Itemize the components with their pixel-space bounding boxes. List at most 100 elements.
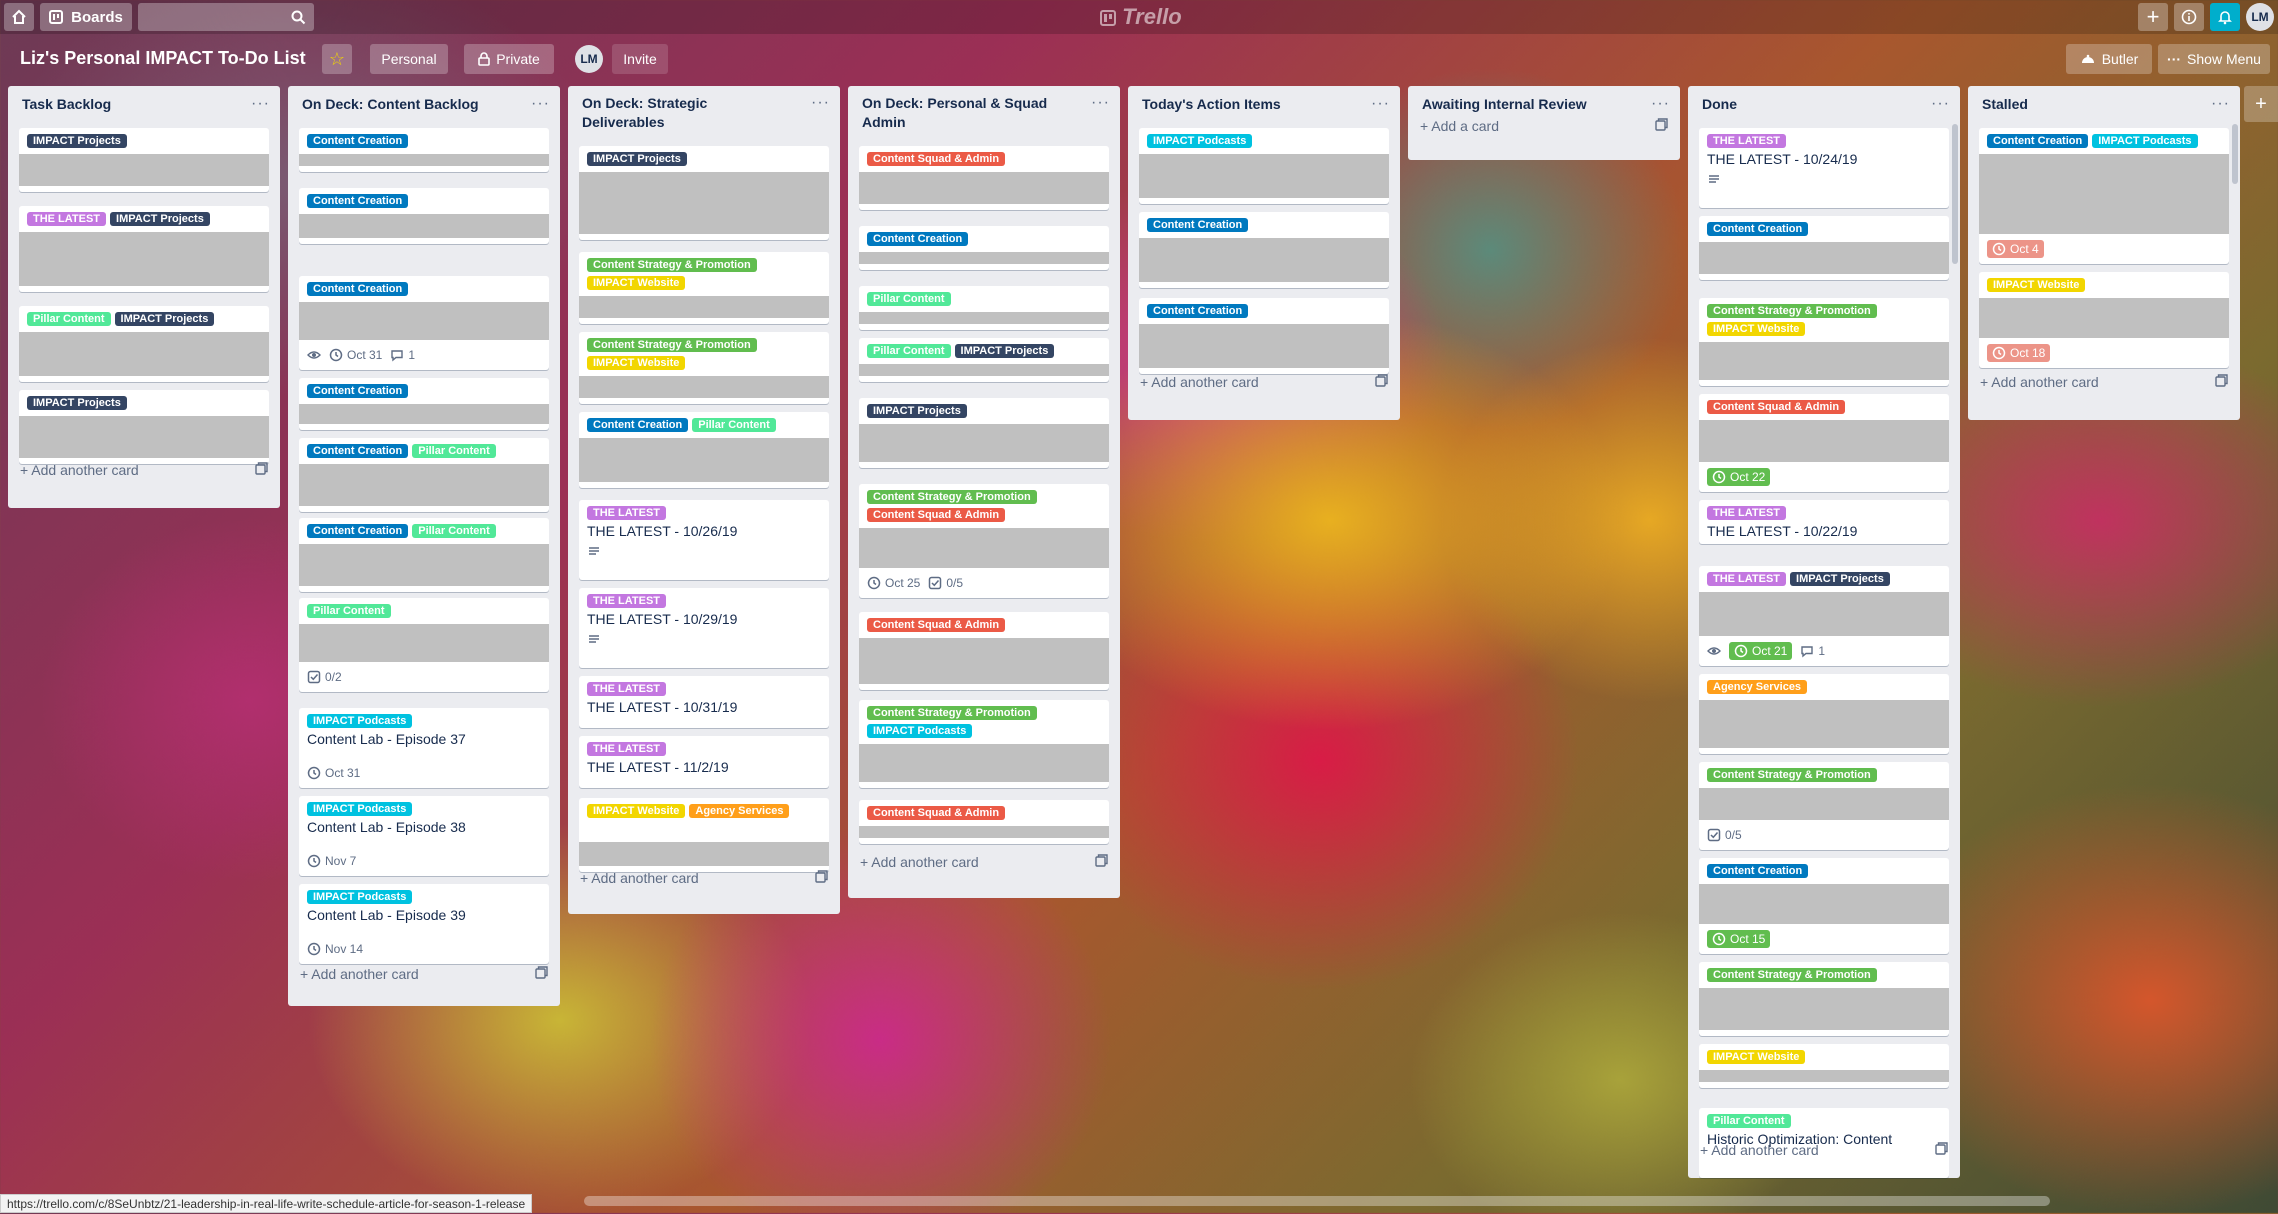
card[interactable]: IMPACT Projects [19, 390, 269, 464]
add-card-button[interactable]: + Add another card [860, 847, 1108, 877]
butler-button[interactable]: Butler [2066, 44, 2152, 74]
list-menu-icon[interactable]: ··· [251, 95, 270, 113]
card[interactable]: Pillar Content IMPACT Projects [19, 306, 269, 382]
card[interactable]: THE LATEST THE LATEST - 10/29/19 [579, 588, 829, 668]
card-label[interactable]: Pillar Content [867, 292, 951, 306]
card-label[interactable]: IMPACT Website [587, 356, 686, 370]
card-label[interactable]: IMPACT Projects [110, 212, 210, 226]
list-title[interactable]: Task Backlog [22, 96, 111, 112]
card[interactable]: THE LATEST IMPACT Projects Oct 21 1 [1699, 566, 1949, 666]
due-date-badge[interactable]: Oct 18 [1987, 344, 2051, 362]
card-label[interactable]: Content Creation [1707, 864, 1809, 878]
list-menu-icon[interactable]: ··· [531, 95, 550, 113]
info-button[interactable] [2174, 3, 2204, 31]
card[interactable]: IMPACT Podcasts [1139, 128, 1389, 204]
card-label[interactable]: IMPACT Projects [587, 152, 687, 166]
card-label[interactable]: IMPACT Podcasts [307, 890, 413, 904]
card[interactable]: Content Strategy & Promotion Content Squa… [859, 484, 1109, 598]
card-label[interactable]: THE LATEST [1707, 572, 1787, 586]
card-label[interactable]: Content Strategy & Promotion [867, 490, 1037, 504]
card-label[interactable]: Pillar Content [412, 524, 496, 538]
card[interactable]: THE LATEST THE LATEST - 10/31/19 [579, 676, 829, 728]
list-scrollbar[interactable] [1952, 124, 1958, 264]
card-label[interactable]: THE LATEST [587, 682, 667, 696]
card-label[interactable]: Pillar Content [27, 312, 111, 326]
card-label[interactable]: IMPACT Podcasts [867, 724, 973, 738]
list-title[interactable]: On Deck: Personal & Squad Admin [862, 94, 1062, 132]
card[interactable]: Content Creation Oct 31 1 [299, 276, 549, 370]
card-label[interactable]: Content Creation [1147, 304, 1249, 318]
card-label[interactable]: Agency Services [1707, 680, 1808, 694]
board-member-avatar[interactable]: LM [575, 45, 603, 73]
card-label[interactable]: Content Creation [1987, 134, 2089, 148]
card-label[interactable]: Content Squad & Admin [867, 152, 1006, 166]
card-label[interactable]: IMPACT Podcasts [2092, 134, 2198, 148]
card-template-icon[interactable] [2215, 374, 2228, 390]
card-label[interactable]: THE LATEST [27, 212, 107, 226]
card[interactable]: IMPACT Website Oct 18 [1979, 272, 2229, 368]
list-title[interactable]: Awaiting Internal Review [1422, 96, 1587, 112]
card[interactable]: Content Creation Pillar Content [579, 412, 829, 488]
add-card-button[interactable]: + Add another card [300, 959, 548, 989]
card[interactable]: IMPACT Podcasts Content Lab - Episode 37 O… [299, 708, 549, 788]
card[interactable]: Content Strategy & Promotion IMPACT Websi… [579, 252, 829, 324]
card[interactable]: Content Strategy & Promotion [1699, 962, 1949, 1036]
card[interactable]: Content Creation [1139, 298, 1389, 374]
add-card-button[interactable]: + Add a card [1420, 111, 1668, 141]
board-title[interactable]: Liz's Personal IMPACT To-Do List [20, 48, 306, 69]
card-label[interactable]: Content Squad & Admin [867, 618, 1006, 632]
add-card-button[interactable]: + Add another card [1140, 367, 1388, 397]
card[interactable]: THE LATEST THE LATEST - 10/26/19 [579, 500, 829, 580]
card-label[interactable]: Content Creation [307, 524, 409, 538]
card-label[interactable]: THE LATEST [1707, 134, 1787, 148]
card-label[interactable]: Content Creation [307, 194, 409, 208]
card-label[interactable]: Pillar Content [1707, 1114, 1791, 1128]
card[interactable]: THE LATEST THE LATEST - 10/24/19 [1699, 128, 1949, 208]
card-label[interactable]: THE LATEST [587, 742, 667, 756]
card[interactable]: Content Creation [299, 188, 549, 244]
card[interactable]: Content Strategy & Promotion IMPACT Websi… [1699, 298, 1949, 386]
card-template-icon[interactable] [535, 966, 548, 982]
add-list-button[interactable]: + [2244, 86, 2278, 122]
due-date-badge[interactable]: Oct 21 [1729, 642, 1793, 660]
card-label[interactable]: Content Creation [1147, 218, 1249, 232]
card[interactable]: Content Squad & Admin Oct 22 [1699, 394, 1949, 492]
card[interactable]: THE LATEST THE LATEST - 10/22/19 [1699, 500, 1949, 544]
card-label[interactable]: IMPACT Website [1987, 278, 2086, 292]
card[interactable]: IMPACT Podcasts Content Lab - Episode 39 N… [299, 884, 549, 964]
list-title[interactable]: Stalled [1982, 96, 2028, 112]
card-template-icon[interactable] [1375, 374, 1388, 390]
list-menu-icon[interactable]: ··· [1931, 95, 1950, 113]
card[interactable]: Pillar Content 0/2 [299, 598, 549, 692]
due-date-badge[interactable]: Oct 4 [1987, 240, 2044, 258]
add-card-button[interactable]: + Add another card [20, 455, 268, 485]
card-label[interactable]: Content Creation [587, 418, 689, 432]
create-button[interactable]: + [2138, 3, 2168, 31]
card-label[interactable]: IMPACT Website [1707, 1050, 1806, 1064]
card[interactable]: Content Strategy & Promotion 0/5 [1699, 762, 1949, 850]
list[interactable]: Awaiting Internal Review ··· + Add a card [1408, 86, 1680, 160]
card-label[interactable]: Content Squad & Admin [1707, 400, 1846, 414]
card-label[interactable]: IMPACT Website [587, 804, 686, 818]
card-label[interactable]: THE LATEST [587, 506, 667, 520]
due-date-badge[interactable]: Oct 31 [307, 764, 360, 782]
card[interactable]: IMPACT Website [1699, 1044, 1949, 1088]
card-label[interactable]: Content Strategy & Promotion [1707, 968, 1877, 982]
card-label[interactable]: Content Squad & Admin [867, 806, 1006, 820]
due-date-badge[interactable]: Nov 14 [307, 940, 363, 958]
card[interactable]: Pillar Content IMPACT Projects [859, 338, 1109, 382]
horizontal-scrollbar[interactable] [584, 1196, 2050, 1206]
list[interactable]: Task Backlog ··· IMPACT Projects THE LATEST… [8, 86, 280, 508]
card-label[interactable]: Content Creation [307, 134, 409, 148]
trello-logo[interactable]: Trello [1100, 4, 1182, 30]
card-label[interactable]: Content Creation [307, 444, 409, 458]
list[interactable]: Today's Action Items ··· IMPACT Podcasts Co… [1128, 86, 1400, 420]
card-label[interactable]: IMPACT Website [587, 276, 686, 290]
card[interactable]: Content Creation IMPACT Podcasts Oct 4 [1979, 128, 2229, 264]
card[interactable]: Content Creation Oct 15 [1699, 858, 1949, 954]
card[interactable]: Content Squad & Admin [859, 612, 1109, 690]
card-label[interactable]: Content Strategy & Promotion [867, 706, 1037, 720]
card[interactable]: Pillar Content [859, 286, 1109, 330]
card[interactable]: Content Creation Pillar Content [299, 438, 549, 512]
card-label[interactable]: THE LATEST [587, 594, 667, 608]
